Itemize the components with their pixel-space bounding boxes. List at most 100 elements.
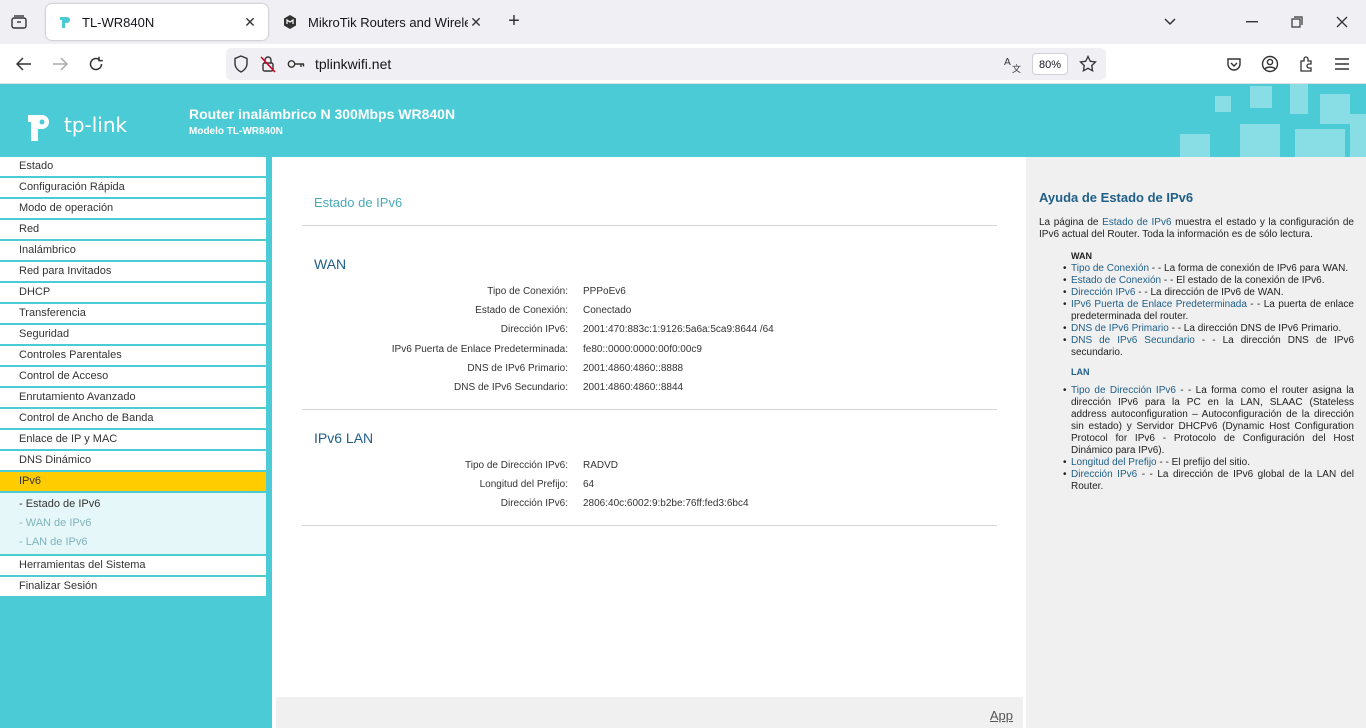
sidebar-item-dns-dinamico[interactable]: DNS Dinámico xyxy=(0,451,266,472)
sidebar-subitem-wan-ipv6[interactable]: - WAN de IPv6 xyxy=(0,514,266,533)
forward-icon[interactable] xyxy=(49,53,71,75)
help-intro: La página de Estado de IPv6 muestra el e… xyxy=(1039,217,1354,241)
wan-section-title: WAN xyxy=(314,256,347,272)
sidebar-item-inalambrico[interactable]: Inalámbrico xyxy=(0,241,266,262)
sidebar-item-red[interactable]: Red xyxy=(0,220,266,241)
menu-icon[interactable] xyxy=(1331,53,1353,75)
field-label: IPv6 Puerta de Enlace Predeterminada: xyxy=(391,344,568,355)
help-wan-list: Tipo de Conexión - - La forma de conexió… xyxy=(1063,263,1354,359)
sidebar-item-control-ancho-banda[interactable]: Control de Ancho de Banda xyxy=(0,409,266,430)
tab-title: MikroTik Routers and Wireless xyxy=(308,14,468,30)
sidebar-item-dhcp[interactable]: DHCP xyxy=(0,283,266,304)
browser-nav-bar: tplinkwifi.net A文 80% xyxy=(0,44,1366,84)
wan-row-tipo-conexion: Tipo de Conexión: PPPoEv6 xyxy=(302,286,1002,305)
lan-section-title: IPv6 LAN xyxy=(314,430,374,446)
wan-row-direccion-ipv6: Dirección IPv6: 2001:470:883c:1:9126:5a6… xyxy=(302,324,1002,343)
router-header: tp-link Router inalámbrico N 300Mbps WR8… xyxy=(0,84,1366,157)
help-item: Tipo de Dirección IPv6 - - La forma como… xyxy=(1063,385,1354,457)
sidebar-item-red-invitados[interactable]: Red para Invitados xyxy=(0,262,266,283)
help-panel: Ayuda de Estado de IPv6 La página de Est… xyxy=(1026,157,1366,728)
sidebar-subitem-estado-ipv6[interactable]: - Estado de IPv6 xyxy=(0,495,266,514)
help-item: Dirección IPv6 - - La dirección de IPv6 … xyxy=(1063,287,1354,299)
help-item-desc: - - El estado de la conexión de IPv6. xyxy=(1161,275,1325,286)
insecure-lock-icon[interactable] xyxy=(259,55,277,73)
close-window-icon[interactable] xyxy=(1332,12,1352,32)
field-label: Dirección IPv6: xyxy=(500,324,568,335)
close-tab-icon[interactable]: ✕ xyxy=(242,14,258,30)
svg-text:文: 文 xyxy=(1012,63,1021,73)
svg-text:A: A xyxy=(1004,57,1011,68)
translate-icon[interactable]: A文 xyxy=(1004,55,1022,73)
extensions-icon[interactable] xyxy=(1295,53,1317,75)
minimize-icon[interactable] xyxy=(1242,12,1262,32)
sidebar-menu: Estado Configuración Rápida Modo de oper… xyxy=(0,157,266,598)
sidebar-item-seguridad[interactable]: Seguridad xyxy=(0,325,266,346)
help-item-key: IPv6 Puerta de Enlace Predeterminada xyxy=(1071,299,1247,310)
help-title: Ayuda de Estado de IPv6 xyxy=(1039,190,1194,205)
key-icon[interactable] xyxy=(287,55,305,73)
header-decoration xyxy=(1290,84,1308,114)
bookmark-star-icon[interactable] xyxy=(1079,55,1097,73)
help-item: Tipo de Conexión - - La forma de conexió… xyxy=(1063,263,1354,275)
sidebar-item-finalizar-sesion[interactable]: Finalizar Sesión xyxy=(0,577,266,598)
new-tab-icon[interactable]: + xyxy=(504,11,524,32)
logo-text: tp-link xyxy=(64,113,128,137)
help-item-key: Longitud del Prefijo xyxy=(1071,457,1157,468)
sidebar-item-herramientas-sistema[interactable]: Herramientas del Sistema xyxy=(0,556,266,577)
help-lan-title: LAN xyxy=(1071,367,1090,377)
account-icon[interactable] xyxy=(1259,53,1281,75)
field-value: 2001:470:883c:1:9126:5a6a:5ca9:8644 /64 xyxy=(583,324,774,335)
sidebar-item-ipv6[interactable]: IPv6 xyxy=(0,472,266,493)
help-item-key: Tipo de Conexión xyxy=(1071,263,1150,274)
sidebar-item-configuracion-rapida[interactable]: Configuración Rápida xyxy=(0,178,266,199)
header-decoration xyxy=(1240,124,1280,157)
browser-tab-bar: TL-WR840N ✕ MikroTik Routers and Wireles… xyxy=(0,0,1366,44)
tab-tl-wr840n[interactable]: TL-WR840N ✕ xyxy=(46,4,268,40)
back-icon[interactable] xyxy=(13,53,35,75)
field-value: PPPoEv6 xyxy=(583,286,626,297)
help-item-key: Estado de Conexión xyxy=(1071,275,1162,286)
help-item: DNS de IPv6 Secundario - - La dirección … xyxy=(1063,335,1354,359)
help-item-desc: - - La dirección DNS de IPv6 Primario. xyxy=(1168,323,1342,334)
lan-row-direccion-ipv6: Dirección IPv6: 2806:40c:6002:9:b2be:76f… xyxy=(302,498,1002,517)
url-bar[interactable]: tplinkwifi.net A文 80% xyxy=(226,48,1106,80)
shield-icon[interactable] xyxy=(232,55,250,73)
app-link[interactable]: App xyxy=(990,708,1013,723)
sidebar-item-estado[interactable]: Estado xyxy=(0,157,266,178)
help-item-key: DNS de IPv6 Primario xyxy=(1071,323,1169,334)
main-content: Estado de IPv6 WAN Tipo de Conexión: PPP… xyxy=(272,157,1026,728)
sidebar-item-enrutamiento-avanzado[interactable]: Enrutamiento Avanzado xyxy=(0,388,266,409)
help-item: Dirección IPv6 - - La dirección de IPv6 … xyxy=(1063,469,1354,493)
zoom-level[interactable]: 80% xyxy=(1032,53,1068,75)
field-label: Tipo de Dirección IPv6: xyxy=(464,460,568,471)
field-value: RADVD xyxy=(583,460,619,471)
divider xyxy=(302,409,997,410)
footer-bar: App xyxy=(276,697,1023,728)
restore-icon[interactable] xyxy=(1287,12,1307,32)
field-value: 2001:4860:4860::8888 xyxy=(583,363,684,374)
sidebar-item-modo-operacion[interactable]: Modo de operación xyxy=(0,199,266,220)
tab-title: TL-WR840N xyxy=(82,14,155,30)
url-text[interactable]: tplinkwifi.net xyxy=(315,56,391,72)
sidebar-item-transferencia[interactable]: Transferencia xyxy=(0,304,266,325)
sidebar-item-controles-parentales[interactable]: Controles Parentales xyxy=(0,346,266,367)
reload-icon[interactable] xyxy=(85,53,107,75)
tplink-logo[interactable]: tp-link xyxy=(20,105,127,145)
mikrotik-favicon-icon xyxy=(282,14,298,30)
model-title: Router inalámbrico N 300Mbps WR840N xyxy=(189,106,456,122)
pocket-icon[interactable] xyxy=(1223,53,1245,75)
wan-row-dns-secundario: DNS de IPv6 Secundario: 2001:4860:4860::… xyxy=(302,382,1002,401)
tab-list-icon[interactable] xyxy=(8,12,30,32)
wan-row-dns-primario: DNS de IPv6 Primario: 2001:4860:4860::88… xyxy=(302,363,1002,382)
sidebar-item-control-acceso[interactable]: Control de Acceso xyxy=(0,367,266,388)
close-tab-icon[interactable]: ✕ xyxy=(468,14,484,30)
help-item-key: Dirección IPv6 xyxy=(1071,287,1136,298)
sidebar-item-enlace-ip-mac[interactable]: Enlace de IP y MAC xyxy=(0,430,266,451)
sidebar-subitem-lan-ipv6[interactable]: - LAN de IPv6 xyxy=(0,533,266,552)
field-label: DNS de IPv6 Secundario: xyxy=(454,382,568,393)
sidebar: Estado Configuración Rápida Modo de oper… xyxy=(0,157,272,728)
divider xyxy=(302,525,997,526)
tab-mikrotik[interactable]: MikroTik Routers and Wireless ✕ xyxy=(272,4,494,40)
chevron-down-icon[interactable] xyxy=(1160,12,1180,32)
header-decoration xyxy=(1215,96,1231,112)
